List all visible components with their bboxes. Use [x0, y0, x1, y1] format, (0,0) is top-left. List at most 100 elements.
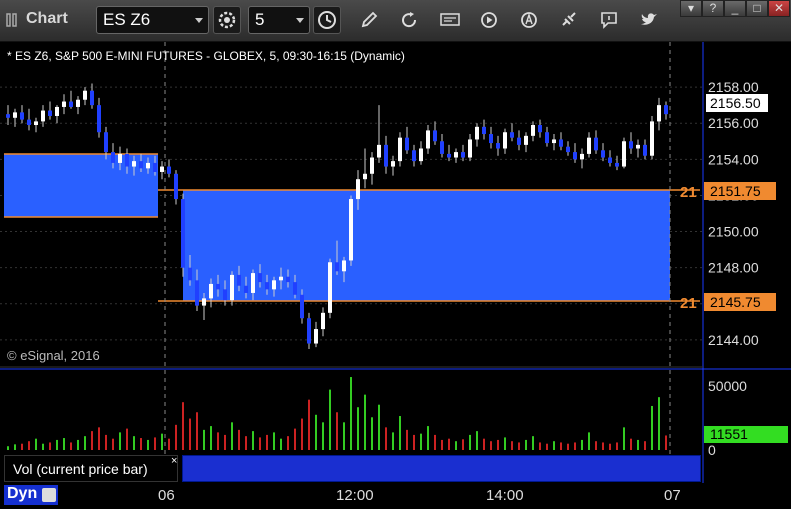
candle-body: [629, 141, 633, 149]
candle-body: [279, 276, 283, 281]
interval-settings-button[interactable]: [213, 6, 241, 34]
volume-bar: [105, 434, 107, 450]
volume-bar: [161, 433, 163, 450]
price-tick-label: 2156.00: [708, 115, 759, 131]
link-icon[interactable]: [558, 9, 580, 31]
volume-bar: [406, 429, 408, 450]
lock-icon[interactable]: [42, 488, 56, 502]
chevron-down-icon: [195, 18, 203, 23]
menu-button[interactable]: ▾: [680, 0, 702, 17]
candle-body: [559, 139, 563, 147]
candle-body: [433, 130, 437, 142]
volume-bar: [21, 443, 23, 450]
volume-bar: [399, 416, 401, 450]
chat-icon[interactable]: [598, 9, 620, 31]
volume-bar: [49, 442, 51, 450]
close-button[interactable]: ✕: [768, 0, 790, 17]
candle-body: [97, 105, 101, 133]
candle-body: [118, 153, 122, 163]
volume-bar: [287, 436, 289, 450]
volume-bar: [574, 442, 576, 450]
chart-canvas[interactable]: * ES Z6, S&P 500 E-MINI FUTURES - GLOBEX…: [0, 42, 791, 509]
candle-body: [55, 106, 59, 116]
candle-body: [230, 274, 234, 301]
get-icon[interactable]: [439, 9, 461, 31]
volume-bar: [280, 438, 282, 450]
volume-bar: [602, 442, 604, 450]
volume-bar: [385, 427, 387, 450]
volume-bar: [658, 397, 660, 450]
volume-bar: [518, 442, 520, 450]
volume-bar: [315, 414, 317, 450]
candle-body: [622, 141, 626, 167]
candle-body: [419, 148, 423, 162]
volume-bar: [252, 431, 254, 450]
level-high-label: 21: [680, 184, 697, 201]
symbol-select[interactable]: ES Z6: [96, 6, 209, 34]
time-settings-button[interactable]: [313, 6, 341, 34]
candle-body: [538, 125, 542, 133]
candle-body: [391, 161, 395, 167]
maximize-button[interactable]: □: [746, 0, 768, 17]
volume-bar: [98, 427, 100, 450]
candle-body: [307, 318, 311, 344]
candle-body: [41, 110, 45, 122]
volume-bar: [231, 422, 233, 450]
candle-body: [300, 294, 304, 319]
play-icon[interactable]: [478, 9, 500, 31]
volume-bar: [35, 438, 37, 450]
candle-body: [545, 132, 549, 144]
price-tick-label: 2154.00: [708, 151, 759, 167]
refresh-icon[interactable]: [398, 9, 420, 31]
symbol-value: ES Z6: [103, 10, 151, 29]
volume-bar: [462, 439, 464, 450]
volume-bar: [378, 404, 380, 450]
candle-body: [216, 283, 220, 290]
volume-bar: [441, 439, 443, 450]
volume-bar: [609, 443, 611, 450]
time-axis-bar: Dyn 06 12:00 14:00 07: [0, 483, 791, 509]
study-close-icon[interactable]: ×: [171, 455, 181, 467]
volume-bar: [532, 436, 534, 450]
volume-bar: [420, 433, 422, 450]
candle-body: [34, 121, 38, 126]
volume-bar: [588, 432, 590, 450]
candle-body: [531, 125, 535, 136]
volume-bar: [546, 443, 548, 450]
volume-bar: [196, 412, 198, 450]
candle-body: [475, 126, 479, 140]
volume-bar: [182, 402, 184, 450]
chevron-down-icon: [296, 18, 304, 23]
twitter-icon[interactable]: [638, 9, 660, 31]
candle-body: [181, 199, 185, 268]
time-label-06: 06: [158, 487, 175, 504]
volume-bar: [294, 428, 296, 450]
candle-body: [335, 262, 339, 272]
volume-bar: [560, 442, 562, 450]
volume-bar: [413, 434, 415, 450]
interval-value: 5: [255, 10, 265, 29]
candle-body: [209, 283, 213, 299]
volume-bar: [84, 436, 86, 450]
volume-bar: [91, 431, 93, 450]
study-panel-bar[interactable]: [182, 455, 701, 482]
study-label[interactable]: Vol (current price bar): [4, 455, 178, 482]
interval-select[interactable]: 5: [248, 6, 310, 34]
volume-bar: [224, 434, 226, 450]
time-label-1400: 14:00: [486, 487, 524, 504]
volume-bar: [525, 439, 527, 450]
candle-body: [489, 134, 493, 144]
alert-icon[interactable]: [518, 9, 540, 31]
minimize-button[interactable]: _: [724, 0, 746, 17]
volume-bar: [448, 438, 450, 450]
candle-body: [517, 137, 521, 145]
last-price: 2156.50: [710, 95, 761, 111]
help-button[interactable]: ?: [702, 0, 724, 17]
price-tick-label: 2158.00: [708, 79, 759, 95]
candle-body: [139, 161, 143, 169]
volume-bar: [203, 429, 205, 450]
pencil-icon[interactable]: [358, 9, 380, 31]
price-tick-label: 2144.00: [708, 332, 759, 348]
candle-body: [657, 105, 661, 122]
volume-bar: [455, 441, 457, 450]
